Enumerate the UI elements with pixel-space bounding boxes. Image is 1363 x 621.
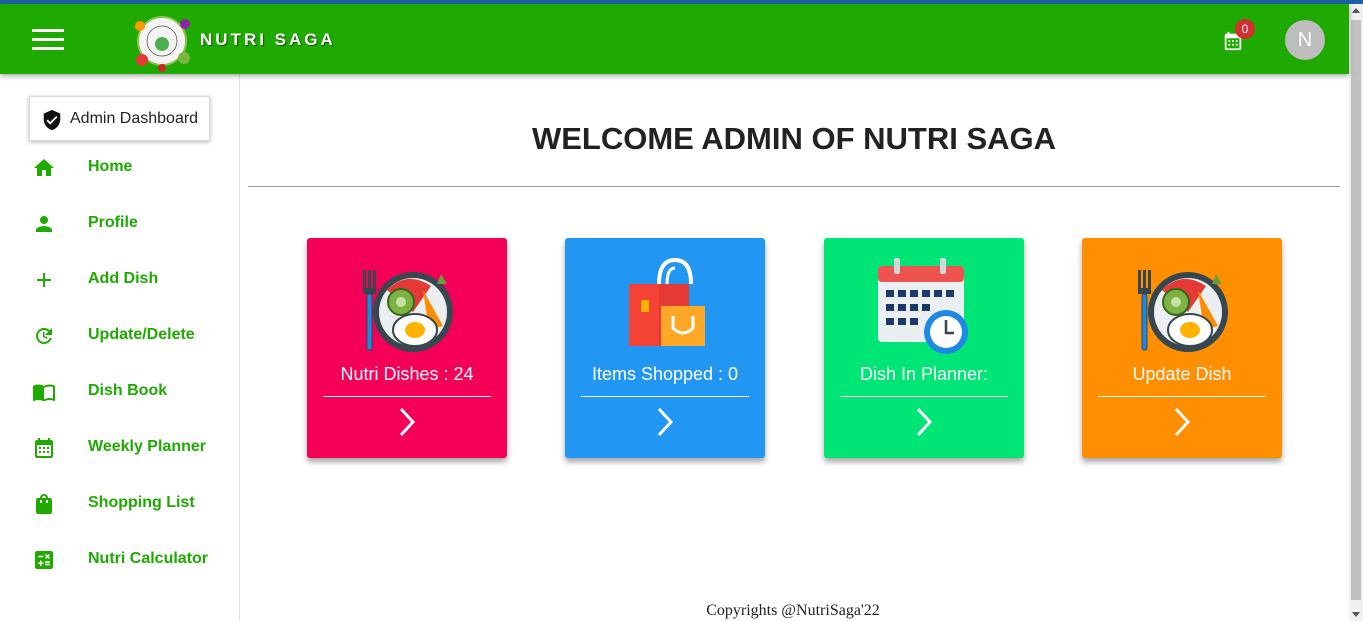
home-icon [34,159,54,176]
sidebar-item-nutri-calculator[interactable]: Nutri Calculator [0,536,239,584]
shopping-bag-icon [36,494,52,514]
chevron-right-icon[interactable] [395,406,419,438]
sidebar-item-label: Weekly Planner [88,438,206,455]
card-divider [323,396,491,397]
chevron-right-icon[interactable] [1170,406,1194,438]
dish-in-planner-card[interactable]: Dish In Planner: [824,238,1024,458]
sidebar-item-label: Home [88,158,133,175]
book-icon [33,384,55,402]
nutri-dishes-card[interactable]: Nutri Dishes : 24 [307,238,507,458]
shopping-bags-icon [629,257,705,346]
sidebar-item-label: Add Dish [88,270,159,287]
sidebar-item-add-dish[interactable]: Add Dish [0,256,239,304]
nutri-saga-logo [135,16,190,72]
card-label: Nutri Dishes : 24 [340,364,474,384]
calendar-icon [35,438,53,458]
calendar-clock-icon [878,258,968,354]
page-scrollbar[interactable] [1349,4,1363,621]
card-label: Dish In Planner: [859,364,989,384]
scrollbar-thumb[interactable] [1351,20,1361,600]
sidebar-item-label: Update/Delete [88,326,195,343]
card-divider [840,396,1008,397]
update-dish-card[interactable]: Update Dish [1082,238,1282,458]
dish-icon [363,270,453,352]
hamburger-menu-icon[interactable] [32,29,64,51]
footer-copyright: Copyrights @NutriSaga'22 [706,602,880,619]
calculator-icon [35,551,53,569]
title-divider [248,186,1340,187]
sidebar-item-label: Nutri Calculator [88,550,209,567]
scroll-up-icon[interactable] [1352,8,1360,13]
card-divider [1098,396,1266,397]
brand-title: NUTRI SAGA [200,30,336,49]
person-icon [36,216,52,232]
chevron-right-icon[interactable] [653,406,677,438]
cart-count-badge: 0 [1235,19,1255,39]
page-title: WELCOME ADMIN OF NUTRI SAGA [531,121,1057,156]
card-divider [581,396,749,397]
sidebar-item-profile[interactable]: Profile [0,200,239,248]
plus-icon [37,273,51,287]
chevron-right-icon[interactable] [912,406,936,438]
sidebar: Admin Dashboard Home Profile Add Dish Up… [0,74,240,621]
card-label: Update Dish [1132,364,1232,384]
admin-dashboard-label: Admin Dashboard [70,110,199,127]
sidebar-item-label: Profile [88,214,138,231]
sidebar-item-weekly-planner[interactable]: Weekly Planner [0,424,239,472]
sidebar-item-shopping-list[interactable]: Shopping List [0,480,239,528]
user-avatar[interactable]: N [1285,20,1325,60]
app-bar: NUTRI SAGA 0 N [0,4,1349,74]
refresh-icon [36,328,52,344]
sidebar-item-label: Shopping List [88,494,195,511]
scroll-down-icon[interactable] [1352,612,1360,617]
shield-check-icon [43,109,61,131]
card-label: Items Shopped : 0 [591,364,739,384]
admin-dashboard-button[interactable]: Admin Dashboard [29,96,210,141]
sidebar-item-update-delete[interactable]: Update/Delete [0,312,239,360]
sidebar-item-dish-book[interactable]: Dish Book [0,368,239,416]
items-shopped-card[interactable]: Items Shopped : 0 [565,238,765,458]
sidebar-item-label: Dish Book [88,382,168,399]
sidebar-item-home[interactable]: Home [0,144,239,192]
dish-icon [1138,270,1228,352]
